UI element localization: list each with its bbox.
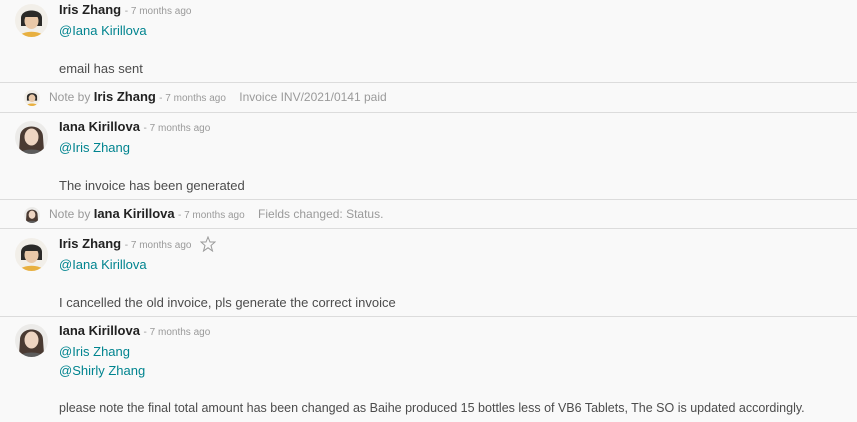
note-date: - 7 months ago	[177, 210, 245, 221]
mention-link[interactable]: @Iris Zhang	[59, 140, 130, 155]
message-date: - 7 months ago	[143, 123, 211, 134]
avatar-iris-zhang-small[interactable]	[24, 90, 40, 106]
message-body: The invoice has been generated	[59, 178, 245, 193]
mention-link[interactable]: @Iana Kirillova	[59, 23, 147, 38]
note-prefix: Note by	[49, 207, 91, 221]
mention-link[interactable]: @Iris Zhang	[59, 344, 130, 359]
message-author[interactable]: Iana Kirillova	[59, 323, 140, 338]
note-date: - 7 months ago	[159, 93, 226, 104]
message-body: email has sent	[59, 61, 143, 76]
message-author[interactable]: Iris Zhang	[59, 236, 121, 251]
mention-link[interactable]: @Iana Kirillova	[59, 257, 147, 272]
message-author[interactable]: Iris Zhang	[59, 2, 121, 17]
message-date: - 7 months ago	[124, 240, 192, 251]
divider	[0, 82, 857, 83]
note-author[interactable]: Iris Zhang	[94, 89, 156, 104]
divider	[0, 112, 857, 113]
divider	[0, 316, 857, 317]
avatar-iana-kirillova[interactable]	[15, 121, 48, 154]
note-prefix: Note by	[49, 90, 91, 104]
mention-link[interactable]: @Shirly Zhang	[59, 363, 145, 378]
message-body: please note the final total amount has b…	[59, 401, 805, 415]
avatar-iris-zhang[interactable]	[15, 4, 48, 37]
message-author[interactable]: Iana Kirillova	[59, 119, 140, 134]
divider	[0, 228, 857, 229]
note-text: Fields changed: Status.	[258, 207, 384, 221]
message-body: I cancelled the old invoice, pls generat…	[59, 295, 396, 310]
note-text: Invoice INV/2021/0141 paid	[239, 90, 387, 104]
star-outline-icon[interactable]	[200, 236, 216, 252]
avatar-iris-zhang[interactable]	[15, 238, 48, 271]
note-author[interactable]: Iana Kirillova	[94, 206, 175, 221]
divider	[0, 199, 857, 200]
avatar-iana-kirillova[interactable]	[15, 324, 48, 357]
message-date: - 7 months ago	[143, 327, 211, 338]
avatar-iana-kirillova-small[interactable]	[24, 207, 40, 223]
message-date: - 7 months ago	[124, 6, 192, 17]
